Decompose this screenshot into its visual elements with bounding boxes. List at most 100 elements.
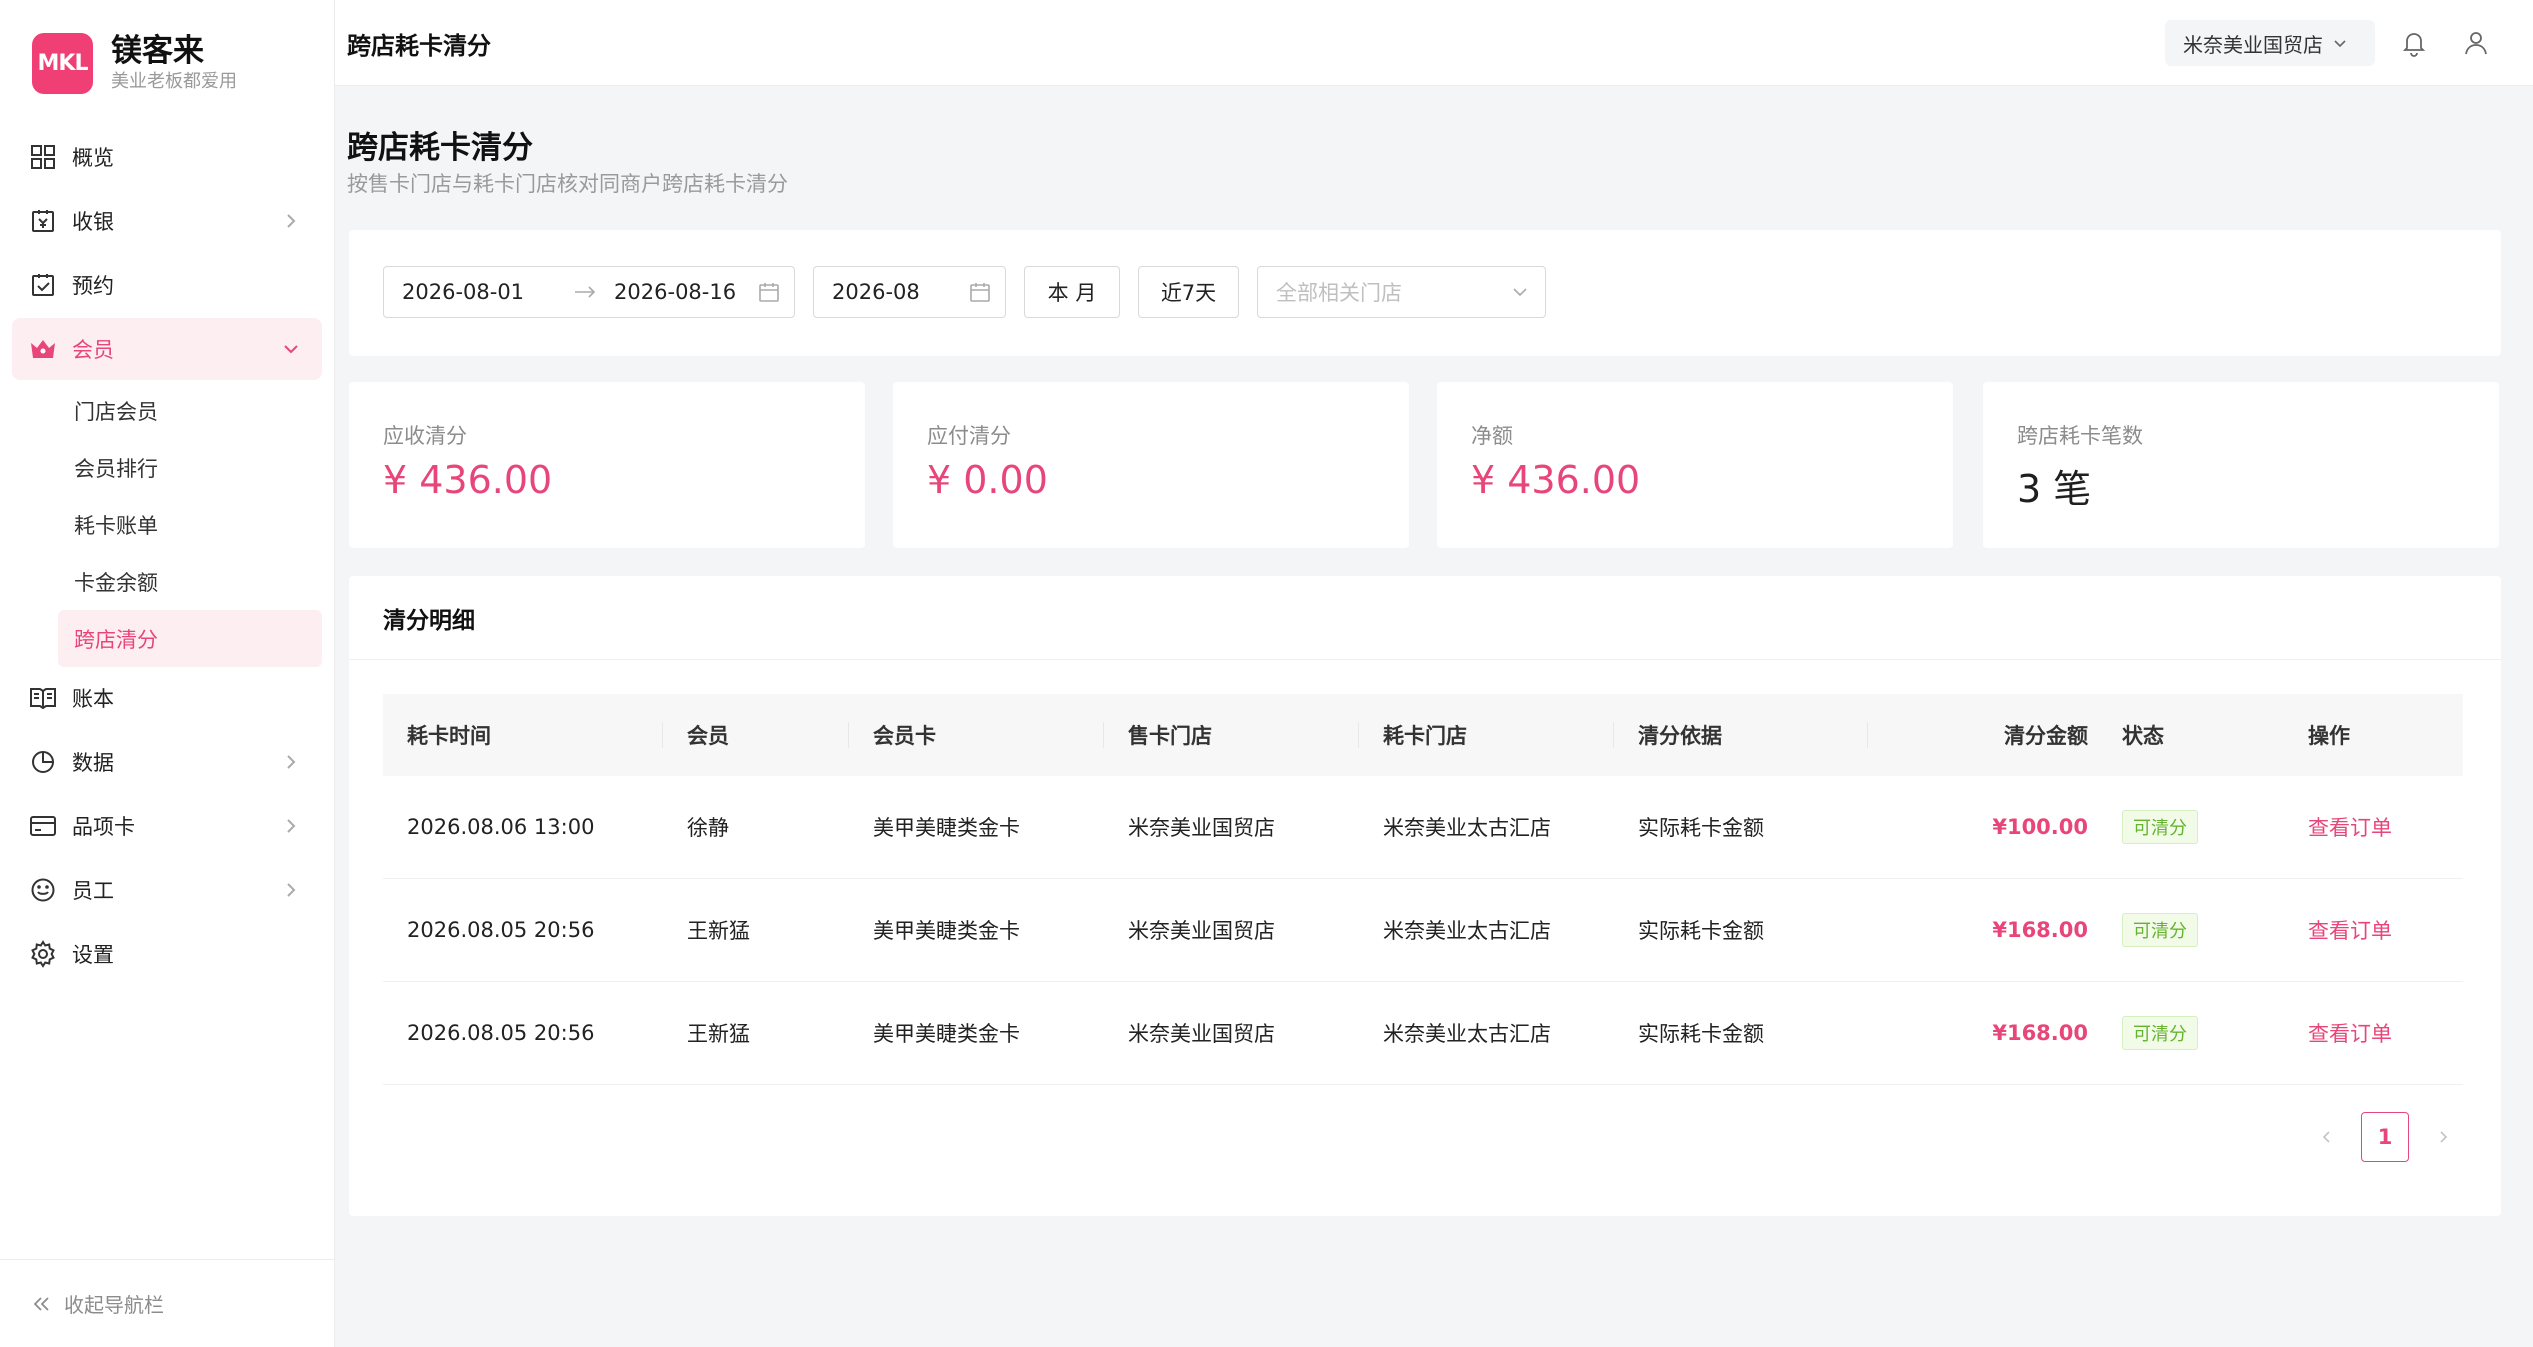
date-range-picker[interactable]: 2026-08-01 2026-08-16 (383, 266, 795, 318)
brand-name: 镁客来 (111, 33, 204, 69)
store-switcher[interactable]: 米奈美业国贸店 (2165, 20, 2375, 66)
cell-card: 美甲美睫类金卡 (873, 816, 1020, 840)
status-badge: 可清分 (2122, 913, 2198, 947)
cell-use-store: 米奈美业太古汇店 (1383, 919, 1551, 943)
store-switcher-label: 米奈美业国贸店 (2183, 32, 2323, 57)
sidebar-item-member[interactable]: 会员 (12, 318, 322, 380)
calendar-check-icon (28, 270, 58, 300)
stat-label: 净额 (1471, 424, 1513, 448)
submenu-store-members[interactable]: 门店会员 (58, 382, 322, 439)
last-7-days-button[interactable]: 近7天 (1138, 266, 1239, 318)
view-order-link[interactable]: 查看订单 (2308, 915, 2392, 945)
sidebar-item-cashier[interactable]: 收银 (12, 190, 322, 252)
cell-card: 美甲美睫类金卡 (873, 919, 1020, 943)
sidebar-item-ledger[interactable]: 账本 (12, 667, 322, 729)
sidebar-item-item-cards[interactable]: 品项卡 (12, 795, 322, 857)
sidebar-item-label: 会员 (72, 338, 114, 362)
sidebar-item-data[interactable]: 数据 (12, 731, 322, 793)
cell-action: 查看订单 (2284, 776, 2463, 878)
column-header: 清分金额 (2004, 724, 2088, 748)
column-header: 耗卡门店 (1359, 694, 1614, 776)
table-row: 2026.08.05 20:56 王新猛 美甲美睫类金卡 米奈美业国贸店 米奈美… (383, 982, 2463, 1085)
clearing-detail-card: 清分明细 耗卡时间 会员 会员卡 售卡门店 耗卡门店 清分依据 清分金额 状态 … (349, 576, 2501, 1216)
prev-page-button[interactable] (2303, 1112, 2351, 1162)
submenu-card-usage-bill[interactable]: 耗卡账单 (58, 496, 322, 553)
column-header: 操作 (2308, 724, 2350, 748)
stat-value: ¥ 436.00 (383, 458, 553, 502)
cell-time: 2026.08.06 13:00 (407, 815, 595, 839)
card-icon (28, 811, 58, 841)
collapse-nav-button[interactable]: 收起导航栏 (0, 1259, 335, 1347)
cell-use-store: 米奈美业太古汇店 (1383, 816, 1551, 840)
cell-time: 2026.08.05 20:56 (407, 1021, 595, 1045)
sidebar-item-staff[interactable]: 员工 (12, 859, 322, 921)
view-order-link[interactable]: 查看订单 (2308, 812, 2392, 842)
cell-status: 可清分 (2098, 879, 2284, 981)
sidebar-item-label: 预约 (72, 274, 114, 298)
store-filter-select[interactable]: 全部相关门店 (1257, 266, 1546, 318)
cell-status: 可清分 (2098, 982, 2284, 1084)
crown-icon (28, 334, 58, 364)
gear-icon (28, 939, 58, 969)
column-header: 售卡门店 (1104, 694, 1359, 776)
sidebar-item-label: 设置 (72, 943, 114, 967)
submenu-member-ranking[interactable]: 会员排行 (58, 439, 322, 496)
status-badge: 可清分 (2122, 810, 2198, 844)
stat-value: ¥ 0.00 (927, 458, 1048, 502)
sidebar-item-overview[interactable]: 概览 (12, 126, 322, 188)
column-header: 会员 (663, 694, 849, 776)
pie-chart-icon (28, 747, 58, 777)
stat-label: 应收清分 (383, 424, 467, 448)
clearing-table: 耗卡时间 会员 会员卡 售卡门店 耗卡门店 清分依据 清分金额 状态 操作 20… (383, 694, 2463, 1085)
bell-icon[interactable] (2397, 26, 2431, 60)
brand-slogan: 美业老板都爱用 (111, 71, 237, 92)
cell-sell-store: 米奈美业国贸店 (1128, 1022, 1275, 1046)
cell-action: 查看订单 (2284, 879, 2463, 981)
cell-member: 徐静 (687, 816, 729, 840)
chevron-right-icon (2440, 1131, 2448, 1143)
pagination: 1 (2303, 1112, 2467, 1162)
sidebar-nav: 概览 收银 预约 会员 门店会员 会员排行 耗卡账单 卡金余额 跨店清分 账本 … (12, 126, 322, 987)
column-header: 耗卡时间 (383, 694, 663, 776)
cell-member: 王新猛 (687, 919, 750, 943)
month-picker[interactable]: 2026-08 (813, 266, 1006, 318)
collapse-nav-label: 收起导航栏 (64, 1293, 164, 1317)
grid-icon (28, 142, 58, 172)
stat-net: 净额 ¥ 436.00 (1437, 382, 1953, 548)
stat-label: 跨店耗卡笔数 (2017, 424, 2143, 448)
submenu-cross-store-clearing[interactable]: 跨店清分 (58, 610, 322, 667)
sidebar-item-label: 账本 (72, 687, 114, 711)
next-page-button[interactable] (2419, 1112, 2467, 1162)
this-month-button[interactable]: 本 月 (1024, 266, 1120, 318)
sidebar-item-label: 员工 (72, 879, 114, 903)
section-title: 清分明细 (349, 576, 2501, 660)
smile-icon (28, 875, 58, 905)
user-icon[interactable] (2459, 26, 2493, 60)
stat-value: ¥ 436.00 (1471, 458, 1641, 502)
logo: MKL (32, 32, 93, 94)
brand[interactable]: MKL 镁客来 美业老板都爱用 (32, 32, 237, 94)
main-content: 跨店耗卡清分 按售卡门店与耗卡门店核对同商户跨店耗卡清分 2026-08-01 … (335, 86, 2533, 1347)
cell-amount: ¥100.00 (1992, 815, 2088, 839)
column-header: 状态 (2122, 724, 2164, 748)
table-row: 2026.08.05 20:56 王新猛 美甲美睫类金卡 米奈美业国贸店 米奈美… (383, 879, 2463, 982)
date-end[interactable]: 2026-08-16 (614, 280, 736, 304)
sidebar-item-settings[interactable]: 设置 (12, 923, 322, 985)
view-order-link[interactable]: 查看订单 (2308, 1018, 2392, 1048)
store-filter-placeholder: 全部相关门店 (1276, 281, 1402, 305)
status-badge: 可清分 (2122, 1016, 2198, 1050)
submenu-card-balance[interactable]: 卡金余额 (58, 553, 322, 610)
table-row: 2026.08.06 13:00 徐静 美甲美睫类金卡 米奈美业国贸店 米奈美业… (383, 776, 2463, 879)
chevron-right-icon (287, 819, 296, 833)
topbar-title: 跨店耗卡清分 (347, 32, 491, 60)
chevron-down-icon (284, 345, 298, 354)
date-start[interactable]: 2026-08-01 (402, 280, 524, 304)
sidebar: MKL 镁客来 美业老板都爱用 概览 收银 预约 会员 门店会员 会员排行 耗卡… (0, 0, 335, 1347)
sidebar-item-label: 概览 (72, 146, 114, 170)
filter-bar: 2026-08-01 2026-08-16 2026-08 本 月 近7天 全部… (349, 230, 2501, 356)
table-header: 耗卡时间 会员 会员卡 售卡门店 耗卡门店 清分依据 清分金额 状态 操作 (383, 694, 2463, 776)
chevron-down-icon (2331, 34, 2349, 52)
page-number-button[interactable]: 1 (2361, 1112, 2409, 1162)
sidebar-item-booking[interactable]: 预约 (12, 254, 322, 316)
chevron-right-icon (287, 214, 296, 228)
